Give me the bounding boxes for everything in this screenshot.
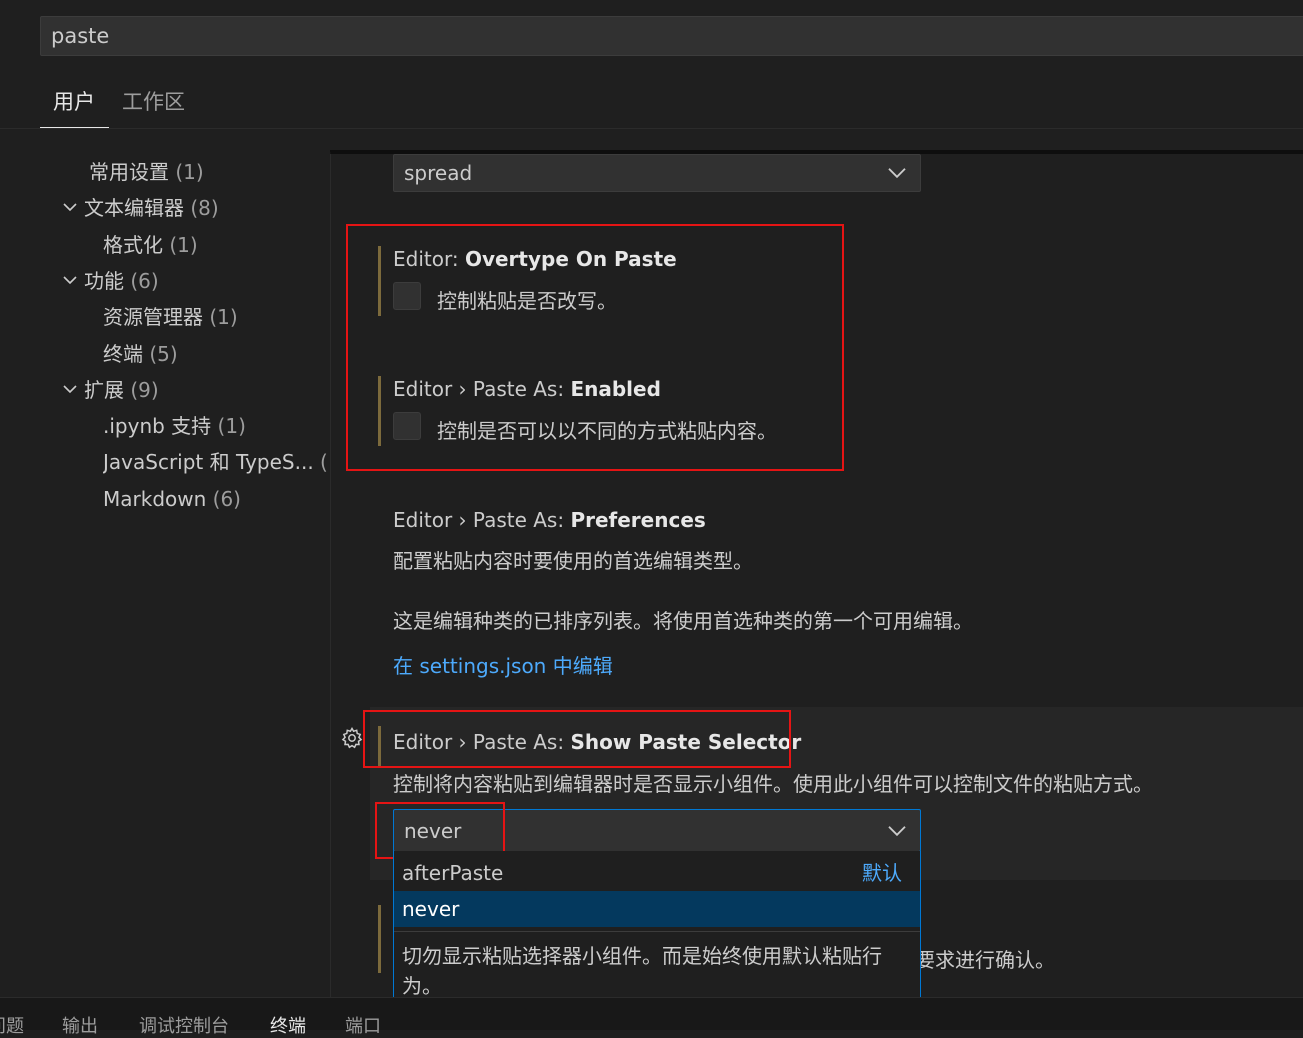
default-badge: 默认 [862,861,902,885]
tab-user-label: 用户 [53,90,95,114]
panel-tab-ports[interactable]: 端口 [345,1012,381,1038]
toc-divider [330,152,331,997]
toc-item-features[interactable]: 功能 (6) [62,267,159,295]
panel-tab-terminal[interactable]: 终端 [270,1012,306,1038]
toc-item-js-ts[interactable]: JavaScript 和 TypeS... (2) [103,448,329,476]
toc-item-label: 扩展 [84,378,124,402]
toc-item-label: .ipynb 支持 [103,414,212,438]
highlight-box [346,224,844,471]
panel-tab-output[interactable]: 输出 [62,1012,98,1038]
highlight-box [363,710,791,768]
toc-item-explorer[interactable]: 资源管理器 (1) [103,303,238,331]
toc-item-markdown[interactable]: Markdown (6) [103,485,241,513]
toc-item-ipynb[interactable]: .ipynb 支持 (1) [103,412,246,440]
toc-item-text-editor[interactable]: 文本编辑器 (8) [62,194,219,222]
panel-tab-problems[interactable]: 问题 [0,1012,24,1038]
toc-item-label: JavaScript 和 TypeS... [103,450,314,474]
toc-item-count: (1) [169,233,198,257]
toc-item-count: (9) [130,378,159,402]
search-input[interactable] [41,17,1303,55]
toc-item-count: (2) [320,450,329,474]
setting-description-tail: 要求进行确认。 [915,948,1055,972]
toc-item-label: 常用设置 [89,160,169,184]
dropdown-divider [394,931,920,932]
toc-item-label: 资源管理器 [103,305,203,329]
toc-item-count: (1) [175,160,204,184]
edit-in-settings-json-link[interactable]: 在 settings.json 中编辑 [393,650,613,679]
chevron-down-icon [62,376,84,404]
toc-item-extensions[interactable]: 扩展 (9) [62,376,159,404]
toc-item-label: 终端 [103,342,143,366]
setting-description: 配置粘贴内容时要使用的首选编辑类型。 [393,549,753,573]
toc-item-count: (1) [217,414,246,438]
toc-item-common[interactable]: 常用设置 (1) [89,158,204,186]
toc-item-count: (5) [149,342,178,366]
option-label: afterPaste [402,861,504,885]
select-dropdown[interactable]: afterPaste 默认 never 切勿显示粘贴选择器小组件。而是始终使用默… [393,851,921,1009]
toc-item-label: Markdown [103,487,207,511]
gear-icon[interactable] [340,726,364,750]
top-setting-select[interactable]: spread [393,154,921,192]
option-afterpaste[interactable]: afterPaste 默认 [394,855,920,891]
chevron-down-icon [888,160,906,184]
option-never[interactable]: never [394,891,920,927]
setting-description-detail: 这是编辑种类的已排序列表。将使用首选种类的第一个可用编辑。 [393,609,973,633]
tab-user[interactable]: 用户 [40,86,109,128]
panel-tab-debug-console[interactable]: 调试控制台 [139,1012,229,1038]
modified-indicator [378,905,381,973]
toc-item-label: 功能 [84,269,124,293]
toc-item-terminal[interactable]: 终端 (5) [103,340,178,368]
toc-item-count: (1) [209,305,238,329]
setting-description: 控制将内容粘贴到编辑器时是否显示小组件。使用此小组件可以控制文件的粘贴方式。 [393,772,1153,796]
toc-item-label: 格式化 [103,233,163,257]
setting-category: Editor › Paste As: [393,508,571,532]
setting-title-paste-as-preferences: Editor › Paste As: Preferences [393,508,706,532]
chevron-down-icon [62,267,84,295]
chevron-down-icon [62,194,84,222]
toc-item-count: (8) [190,196,219,220]
tab-workspace[interactable]: 工作区 [122,86,185,128]
option-description: 切勿显示粘贴选择器小组件。而是始终使用默认粘贴行为。 [402,944,882,998]
toc-item-label: 文本编辑器 [84,196,184,220]
tab-workspace-label: 工作区 [122,90,185,114]
chevron-down-icon [888,817,906,841]
toc-item-count: (6) [130,269,159,293]
toc-item-count: (6) [212,487,241,511]
option-label: never [402,897,460,921]
settings-search-box[interactable] [40,16,1303,56]
tabs-divider [0,128,1303,129]
select-value: spread [404,161,473,185]
toc-item-formatting[interactable]: 格式化 (1) [103,231,198,259]
setting-name: Preferences [570,508,706,532]
